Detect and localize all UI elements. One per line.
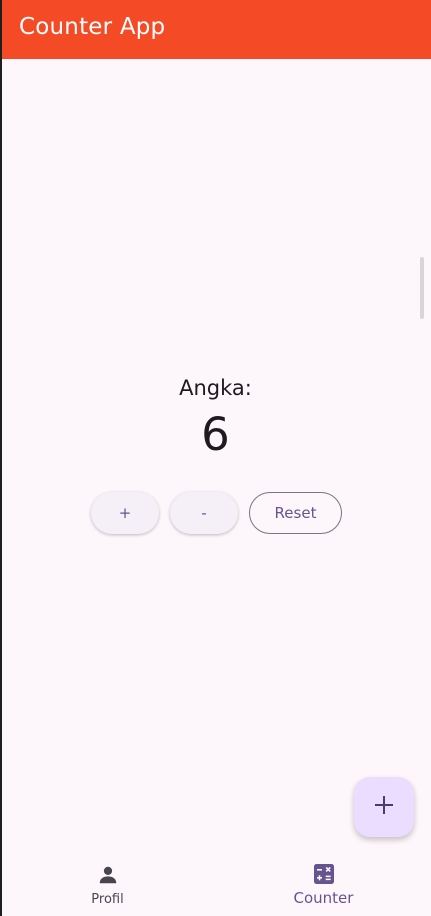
scrollbar-thumb[interactable] bbox=[420, 257, 424, 319]
counter-value: 6 bbox=[201, 408, 230, 461]
fab-add-button[interactable] bbox=[354, 777, 414, 837]
counter-label: Angka: bbox=[179, 376, 252, 400]
calculator-icon bbox=[313, 864, 334, 888]
decrement-button[interactable]: - bbox=[170, 492, 238, 534]
bottom-navigation: Profil Counter bbox=[0, 852, 431, 916]
window-edge bbox=[0, 0, 2, 916]
app-bar: Counter App bbox=[0, 0, 431, 59]
nav-item-profil[interactable]: Profil bbox=[0, 852, 215, 916]
nav-label-counter: Counter bbox=[293, 889, 354, 907]
person-icon bbox=[97, 864, 119, 890]
reset-button[interactable]: Reset bbox=[249, 492, 342, 534]
plus-icon bbox=[373, 794, 395, 820]
app-title: Counter App bbox=[19, 14, 166, 40]
nav-label-profil: Profil bbox=[91, 892, 124, 907]
nav-item-counter[interactable]: Counter bbox=[216, 852, 431, 916]
increment-button[interactable]: + bbox=[91, 492, 159, 534]
